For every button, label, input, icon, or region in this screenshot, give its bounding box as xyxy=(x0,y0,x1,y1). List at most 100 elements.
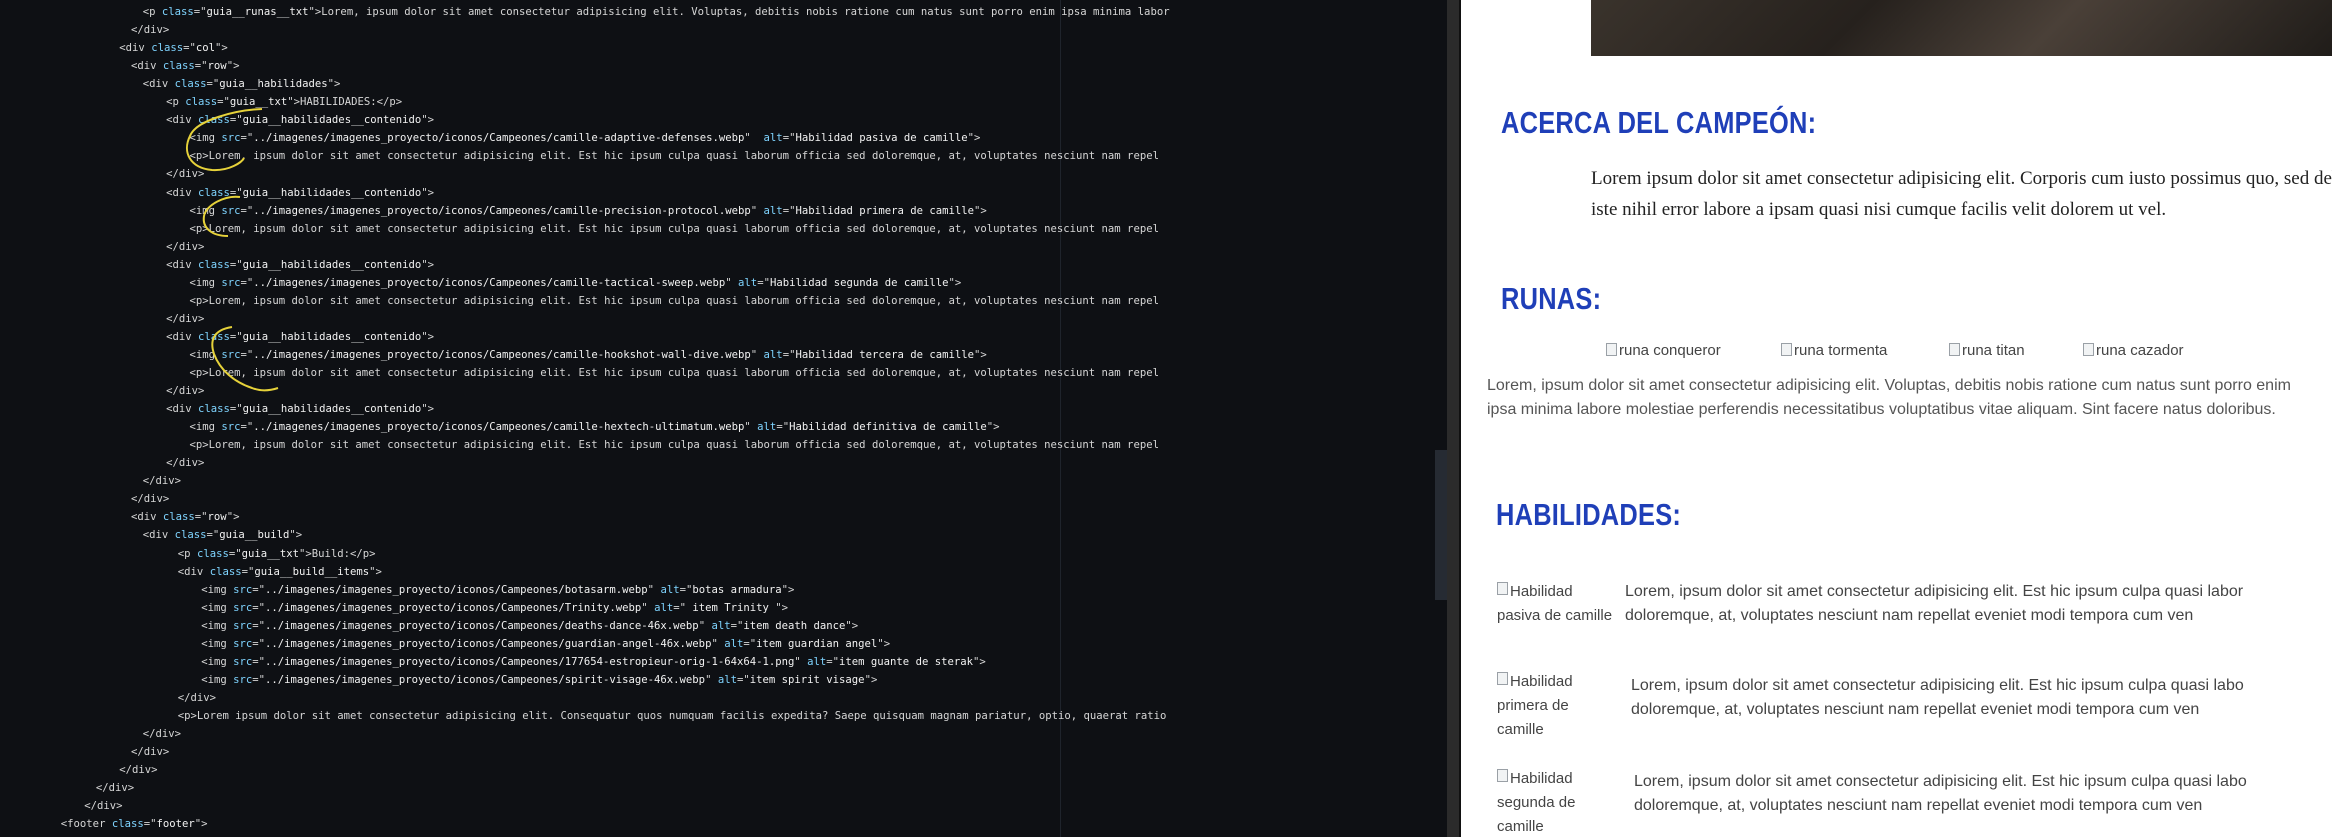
code-token: =" xyxy=(229,403,243,416)
code-line[interactable]: <div class="row"> xyxy=(131,508,239,526)
code-line[interactable]: <p>Lorem, ipsum dolor sit amet consectet… xyxy=(190,147,1159,165)
skill-alt-line: camille xyxy=(1497,818,1544,835)
code-editor[interactable]: <p class="guia__runas__txt">Lorem, ipsum… xyxy=(0,0,1447,837)
code-token: class xyxy=(162,60,195,73)
code-token: ">HABILIDADES:</p> xyxy=(287,96,403,109)
code-line[interactable]: <div class="col"> xyxy=(119,39,227,57)
code-token: =" xyxy=(229,114,243,127)
code-line[interactable]: </div> xyxy=(178,689,216,707)
code-line[interactable]: <div class="guia__habilidades__contenido… xyxy=(166,111,434,129)
about-heading: ACERCA DEL CAMPEÓN: xyxy=(1501,105,1817,140)
code-token: alt xyxy=(711,619,731,632)
code-line[interactable]: <p>Lorem, ipsum dolor sit amet consectet… xyxy=(190,436,1159,454)
code-token: =" xyxy=(229,258,243,271)
code-line[interactable]: <p class="guia__txt">HABILIDADES:</p> xyxy=(166,93,402,111)
code-line[interactable]: <img src="../imagenes/imagenes_proyecto/… xyxy=(190,346,987,364)
code-token: "> xyxy=(845,619,859,632)
code-token: <p>Lorem ipsum dolor sit amet consectetu… xyxy=(177,709,1167,722)
code-token: <div xyxy=(166,258,198,271)
code-token: "> xyxy=(194,818,208,831)
code-line[interactable]: <img src="../imagenes/imagenes_proyecto/… xyxy=(190,274,962,292)
code-token: =" xyxy=(252,583,265,596)
line-number-gutter xyxy=(0,0,14,837)
rune-image-cazador: runa cazador xyxy=(2083,342,2184,359)
code-line[interactable]: </div> xyxy=(96,779,134,797)
code-token: Habilidad pasiva de camille xyxy=(795,132,968,145)
code-line[interactable]: <img src="../imagenes/imagenes_proyecto/… xyxy=(201,617,858,635)
vertical-scrollbar[interactable] xyxy=(1435,450,1447,600)
runas-heading: RUNAS: xyxy=(1501,281,1602,316)
code-token: " xyxy=(705,673,718,686)
code-line[interactable]: </div> xyxy=(166,310,204,328)
code-token: alt xyxy=(724,637,744,650)
code-line[interactable]: <img src="../imagenes/imagenes_proyecto/… xyxy=(190,129,981,147)
code-line[interactable]: </div> xyxy=(143,472,181,490)
code-token: <p>Lorem, ipsum dolor sit amet consectet… xyxy=(189,150,1159,163)
code-line[interactable]: <img src="../imagenes/imagenes_proyecto/… xyxy=(201,581,794,599)
code-line[interactable]: </div> xyxy=(166,238,204,256)
code-line[interactable]: </div> xyxy=(119,761,157,779)
code-line[interactable]: <img src="../imagenes/imagenes_proyecto/… xyxy=(201,635,890,653)
code-token: "> xyxy=(289,529,303,542)
broken-image-icon xyxy=(1497,672,1508,685)
code-line[interactable]: <div class="guia__build__items"> xyxy=(178,563,382,581)
code-token: </div> xyxy=(142,475,181,488)
code-line[interactable]: <p>Lorem, ipsum dolor sit amet consectet… xyxy=(190,220,1159,238)
code-line[interactable]: </div> xyxy=(166,454,204,472)
code-line[interactable]: <img src="../imagenes/imagenes_proyecto/… xyxy=(190,418,1000,436)
code-line[interactable]: <p class="guia__runas__txt">Lorem, ipsum… xyxy=(143,3,1170,21)
code-token: "> xyxy=(226,511,240,524)
code-line[interactable]: <div class="guia__build"> xyxy=(143,526,302,544)
code-token: </div> xyxy=(119,764,158,777)
code-line[interactable]: <p>Lorem, ipsum dolor sit amet consectet… xyxy=(190,364,1159,382)
code-line[interactable]: </div> xyxy=(166,165,204,183)
code-line[interactable]: <img src="../imagenes/imagenes_proyecto/… xyxy=(201,653,986,671)
code-token: </div> xyxy=(166,168,205,181)
code-line[interactable]: <div class="guia__habilidades__contenido… xyxy=(166,256,434,274)
code-line[interactable]: <div class="guia__habilidades__contenido… xyxy=(166,184,434,202)
code-line[interactable]: <p>Lorem, ipsum dolor sit amet consectet… xyxy=(190,292,1159,310)
code-token: =" xyxy=(194,60,208,73)
code-token: "> xyxy=(948,276,962,289)
code-token: Habilidad tercera de camille xyxy=(795,348,975,361)
code-token: =" xyxy=(757,276,770,289)
code-line[interactable]: <img src="../imagenes/imagenes_proyecto/… xyxy=(201,671,877,689)
code-line[interactable]: <img src="../imagenes/imagenes_proyecto/… xyxy=(190,202,987,220)
code-token: guia__habilidades__contenido xyxy=(242,403,422,416)
code-line[interactable]: <div class="guia__habilidades"> xyxy=(143,75,341,93)
code-token: =" xyxy=(252,601,265,614)
code-line[interactable]: </div> xyxy=(166,382,204,400)
code-line[interactable]: </div> xyxy=(131,490,169,508)
skill-description-primera: Lorem, ipsum dolor sit amet consectetur … xyxy=(1631,674,2244,722)
code-token: class xyxy=(174,78,207,91)
code-token: Habilidad segunda de camille xyxy=(769,276,949,289)
broken-image-icon xyxy=(1606,343,1617,356)
code-token: </div> xyxy=(95,782,135,795)
code-token: guia__build xyxy=(219,529,290,542)
code-line[interactable]: </div> xyxy=(131,743,169,761)
code-token: src xyxy=(233,637,253,650)
rune-image-titan: runa titan xyxy=(1949,342,2025,359)
code-token: <div xyxy=(166,330,198,343)
code-line[interactable]: <p class="guia__txt">Build:</p> xyxy=(178,545,376,563)
code-token: <img xyxy=(201,637,234,650)
code-line[interactable]: <div class="guia__habilidades__contenido… xyxy=(166,328,434,346)
code-line[interactable]: <div class="guia__habilidades__contenido… xyxy=(166,400,434,418)
code-token: <div xyxy=(177,565,210,578)
code-token: " xyxy=(744,421,758,434)
code-line[interactable]: </div> xyxy=(84,797,122,815)
code-token: alt xyxy=(654,601,674,614)
code-line[interactable]: </div> xyxy=(143,725,181,743)
code-token: ../imagenes/imagenes_proyecto/iconos/Cam… xyxy=(253,132,745,145)
code-line[interactable]: <footer class="footer"> xyxy=(61,815,208,833)
code-token: alt xyxy=(763,204,783,217)
code-line[interactable]: </div> xyxy=(131,21,169,39)
code-line[interactable]: <div class="row"> xyxy=(131,57,239,75)
code-token: <img xyxy=(189,132,222,145)
code-line[interactable]: <p>Lorem ipsum dolor sit amet consectetu… xyxy=(178,707,1167,725)
code-token: <img xyxy=(201,619,234,632)
code-line[interactable]: <img src="../imagenes/imagenes_proyecto/… xyxy=(201,599,788,617)
broken-image-icon xyxy=(1497,582,1508,595)
split-divider[interactable] xyxy=(1447,0,1461,837)
code-token: <img xyxy=(189,421,222,434)
